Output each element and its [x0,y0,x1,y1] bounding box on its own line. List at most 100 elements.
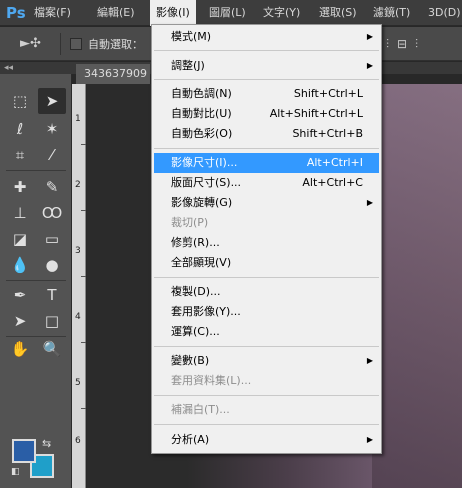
menu-edit[interactable]: 編輯(E) [91,0,141,26]
menu-image[interactable]: 影像(I) [150,0,196,26]
image-menu-item[interactable]: 自動對比(U) Alt+Shift+Ctrl+L [154,104,379,124]
photoshop-logo: Ps [6,4,26,22]
menu-item-label: 影像旋轉(G) [171,196,233,209]
zoom-tool-icon[interactable]: 🔍 [38,336,66,362]
ruler-label: 4 [75,312,81,322]
submenu-arrow-icon: ▶ [366,61,373,70]
hand-tool-icon[interactable]: ✋ [6,336,34,362]
menu-item-shortcut: Shift+Ctrl+B [292,127,363,140]
move-tool-preset-icon[interactable]: ►✣ [20,34,46,54]
menu-filter[interactable]: 濾鏡(T) [367,0,416,26]
image-menu-item[interactable]: 分析(A) ▶ [154,430,379,450]
image-menu-item[interactable]: 模式(M) ▶ [154,27,379,47]
marquee-tool-icon[interactable]: ⬚ [6,88,34,114]
image-menu-item[interactable]: 全部顯現(V) [154,253,379,273]
menu-item-label: 套用資料集(L)... [171,374,252,387]
eyedropper-tool-icon[interactable]: ⁄ [38,142,66,168]
menu-item-label: 修剪(R)... [171,236,220,249]
image-dropdown-menu: 模式(M) ▶ 調整(J) ▶ 自動色調(N) Shift+Ctrl+L 自動對比(U) Al… [151,24,382,454]
menu-separator [154,346,379,347]
ruler-label: 1 [75,114,81,124]
lasso-tool-icon[interactable]: ℓ [6,116,34,142]
menu-select[interactable]: 選取(S) [313,0,363,26]
submenu-arrow-icon: ▶ [366,32,373,41]
menu-item-label: 自動色調(N) [171,87,232,100]
submenu-arrow-icon: ▶ [366,435,373,444]
image-menu-item[interactable]: 套用影像(Y)... [154,302,379,322]
submenu-arrow-icon: ▶ [366,198,373,207]
move-tool-icon[interactable]: ➤ [38,88,66,114]
menu-separator [154,148,379,149]
options-divider [60,33,61,55]
vertical-ruler: 1 2 3 4 5 6 [72,84,86,488]
submenu-arrow-icon: ▶ [366,356,373,365]
menu-item-label: 裁切(P) [171,216,209,229]
menu-bar: Ps 檔案(F) 編輯(E) 影像(I) 圖層(L) 文字(Y) 選取(S) 濾… [0,0,462,26]
menu-separator [154,50,379,51]
rectangle-tool-icon[interactable]: □ [38,308,66,334]
menu-separator [154,424,379,425]
crop-tool-icon[interactable]: ⌗ [6,142,34,168]
brush-tool-icon[interactable]: ✎ [38,174,66,200]
document-tab[interactable]: 343637909 [76,64,150,84]
type-tool-icon[interactable]: T [38,282,66,308]
image-menu-item: 套用資料集(L)... [154,371,379,391]
menu-layer[interactable]: 圖層(L) [203,0,252,26]
auto-select-label: 自動選取： [88,38,143,51]
ruler-tick [81,210,86,211]
healing-brush-tool-icon[interactable]: ✚ [6,174,34,200]
image-menu-item[interactable]: 自動色調(N) Shift+Ctrl+L [154,84,379,104]
eraser-tool-icon[interactable]: ◪ [6,226,34,252]
menu-item-label: 分析(A) [171,433,210,446]
auto-select-checkbox[interactable] [70,38,82,50]
align-buttons-icon[interactable]: ⫶⊟⫶ [386,37,426,52]
ruler-tick [81,408,86,409]
image-menu-item[interactable]: 修剪(R)... [154,233,379,253]
image-menu-item[interactable]: 複製(D)... [154,282,379,302]
image-menu-item: 裁切(P) [154,213,379,233]
gradient-tool-icon[interactable]: ▭ [38,226,66,252]
history-brush-tool-icon[interactable]: Ꝏ [38,200,66,226]
image-menu-item[interactable]: 調整(J) ▶ [154,56,379,76]
menu-item-shortcut: Shift+Ctrl+L [293,87,363,100]
ruler-label: 2 [75,180,81,190]
image-menu-item[interactable]: 自動色彩(O) Shift+Ctrl+B [154,124,379,144]
menu-item-label: 補漏白(T)... [171,403,230,416]
blur-tool-icon[interactable]: 💧 [6,252,34,278]
menu-item-label: 自動對比(U) [171,107,232,120]
menu-item-label: 調整(J) [171,59,205,72]
magic-wand-tool-icon[interactable]: ✶ [38,116,66,142]
dodge-tool-icon[interactable]: ● [38,252,66,278]
menu-separator [154,395,379,396]
image-menu-item[interactable]: 影像尺寸(I)... Alt+Ctrl+I [154,153,379,173]
menu-item-label: 全部顯現(V) [171,256,232,269]
image-menu-item[interactable]: 影像旋轉(G) ▶ [154,193,379,213]
default-colors-icon[interactable]: ◧ [11,467,20,477]
ruler-tick [81,276,86,277]
ruler-label: 6 [75,436,81,446]
collapse-panel-icon[interactable]: ◂◂ [4,62,13,74]
menu-type[interactable]: 文字(Y) [257,0,306,26]
clone-stamp-tool-icon[interactable]: ⊥ [6,200,34,226]
image-menu-item[interactable]: 運算(C)... [154,322,379,342]
tool-divider [6,170,66,171]
menu-item-shortcut: Alt+Shift+Ctrl+L [269,107,363,120]
foreground-color-swatch[interactable] [12,439,36,463]
image-menu-item[interactable]: 版面尺寸(S)... Alt+Ctrl+C [154,173,379,193]
path-selection-tool-icon[interactable]: ➤ [6,308,34,334]
menu-item-label: 運算(C)... [171,325,220,338]
ruler-label: 5 [75,378,81,388]
menu-item-label: 套用影像(Y)... [171,305,241,318]
image-menu-item: 補漏白(T)... [154,400,379,420]
swap-colors-icon[interactable]: ⇆ [42,437,51,450]
pen-tool-icon[interactable]: ✒ [6,282,34,308]
menu-separator [154,277,379,278]
menu-3d[interactable]: 3D(D) [422,0,462,26]
ruler-label: 3 [75,246,81,256]
menu-separator [154,79,379,80]
menu-item-label: 版面尺寸(S)... [171,176,242,189]
image-menu-item[interactable]: 變數(B) ▶ [154,351,379,371]
menu-item-label: 影像尺寸(I)... [171,156,238,169]
menu-item-label: 變數(B) [171,354,210,367]
menu-file[interactable]: 檔案(F) [28,0,77,26]
